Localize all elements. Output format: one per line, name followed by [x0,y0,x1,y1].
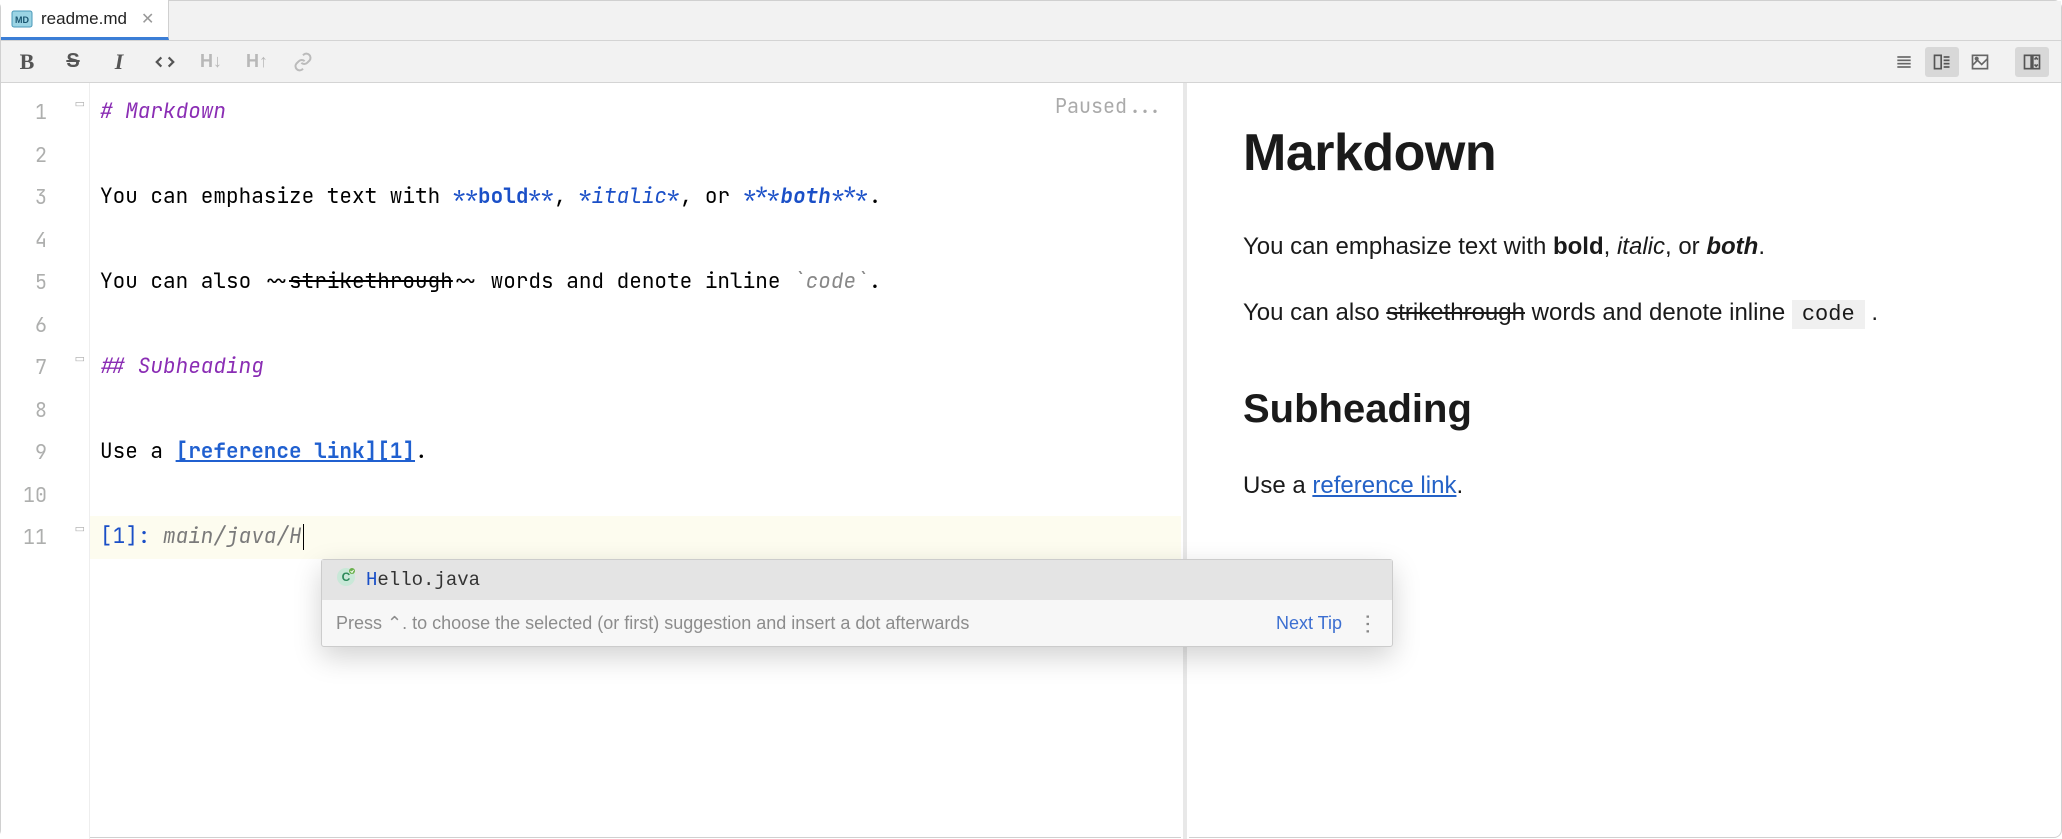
completion-rest: ello.java [377,569,480,591]
reference-link: [reference link][1] [176,438,415,465]
next-tip-link[interactable]: Next Tip [1276,613,1342,634]
text: . [869,268,882,295]
bolditalic-marker: *** [743,183,781,210]
preview-h2: Subheading [1243,387,2001,432]
strikethrough-button[interactable]: S [59,48,87,76]
bold-marker: ** [528,183,553,210]
heading-1: # Markdown [100,98,226,125]
ref-def-label: [1]: [100,523,163,550]
fold-icon[interactable]: ▭ [75,352,85,366]
scroll-sync-button[interactable] [2015,47,2049,77]
text: You can emphasize text with [1243,233,1553,260]
strike-marker: ~~ [453,268,478,295]
code-button[interactable] [151,48,179,76]
fold-icon[interactable]: ▭ [75,97,85,111]
text: , [1604,233,1617,260]
bolditalic-marker: *** [831,183,869,210]
italic-text: italic [591,183,667,210]
bolditalic-text: both [780,183,830,210]
preview-paragraph: You can also strikethrough words and den… [1243,295,2001,331]
bold-button[interactable]: B [13,48,41,76]
italic-marker: * [579,183,592,210]
view-editor-only-button[interactable] [1887,47,1921,77]
more-icon[interactable]: ⋯ [1355,613,1381,633]
link-button[interactable] [289,48,317,76]
class-icon: C [336,567,356,593]
md-file-icon: MD [11,8,33,30]
strike: strikethrough [1386,299,1525,326]
text: words and denote inline [478,268,793,295]
heading-up-button[interactable]: H↑ [243,48,271,76]
code-area[interactable]: Paused... # Markdown You can emphasize t… [90,83,1181,839]
text: You can also [100,268,264,295]
text: . [1758,233,1765,260]
preview-paragraph: Use a reference link. [1243,468,2001,504]
svg-text:MD: MD [15,15,29,25]
preview-pane: Markdown You can emphasize text with bol… [1189,83,2061,839]
view-preview-button[interactable] [1963,47,1997,77]
text: , or [680,183,743,210]
strike-marker: ~~ [264,268,289,295]
bolditalic: both [1706,233,1758,260]
italic-button[interactable]: I [105,48,133,76]
completion-item[interactable]: C Hello.java [322,560,1392,600]
text: . [869,183,882,210]
text: words and denote inline [1525,299,1792,326]
strike-text: strikethrough [289,268,453,295]
text: , [554,183,579,210]
ref-def-url: main/java/H [163,523,302,550]
preview-paragraph: You can emphasize text with bold, italic… [1243,229,2001,265]
caret [303,524,304,550]
hint-text: Press ⌃. to choose the selected (or firs… [336,613,969,634]
preview-h1: Markdown [1243,123,2001,183]
text: . [415,438,428,465]
code-marker: ` [856,268,869,295]
line-gutter: 1 2 3 4 5 6 7 8 9 10 11 ▭ ▭ ▭ [1,83,90,839]
split-divider[interactable] [1181,83,1189,839]
paused-label: Paused... [1055,93,1163,119]
inline-code: code [1792,300,1865,329]
italic: italic [1617,233,1665,260]
view-split-button[interactable] [1925,47,1959,77]
editor-pane[interactable]: 1 2 3 4 5 6 7 8 9 10 11 ▭ ▭ ▭ Paused... … [1,83,1181,839]
heading-down-button[interactable]: H↓ [197,48,225,76]
italic-marker: * [667,183,680,210]
bold-text: bold [478,183,528,210]
text: You can also [1243,299,1386,326]
completion-highlight: H [366,569,377,591]
heading-2: ## Subheading [100,353,264,380]
bold-marker: ** [453,183,478,210]
fold-icon[interactable]: ▭ [75,522,85,536]
close-icon[interactable]: ✕ [141,9,154,29]
inline-code: code [806,268,856,295]
reference-link[interactable]: reference link [1312,472,1456,499]
text: You can emphasize text with [100,183,453,210]
text: . [1456,472,1463,499]
completion-hint: Press ⌃. to choose the selected (or firs… [322,600,1392,646]
file-tab[interactable]: MD readme.md ✕ [1,0,169,40]
tab-filename: readme.md [41,9,127,29]
text: , or [1665,233,1706,260]
tab-bar: MD readme.md ✕ [1,1,2061,41]
text: Use a [100,438,176,465]
markdown-toolbar: B S I H↓ H↑ [1,41,2061,83]
code-marker: ` [793,268,806,295]
bold: bold [1553,233,1604,260]
text: Use a [1243,472,1312,499]
completion-popup: C Hello.java Press ⌃. to choose the sele… [321,559,1393,647]
text: . [1871,299,1878,326]
